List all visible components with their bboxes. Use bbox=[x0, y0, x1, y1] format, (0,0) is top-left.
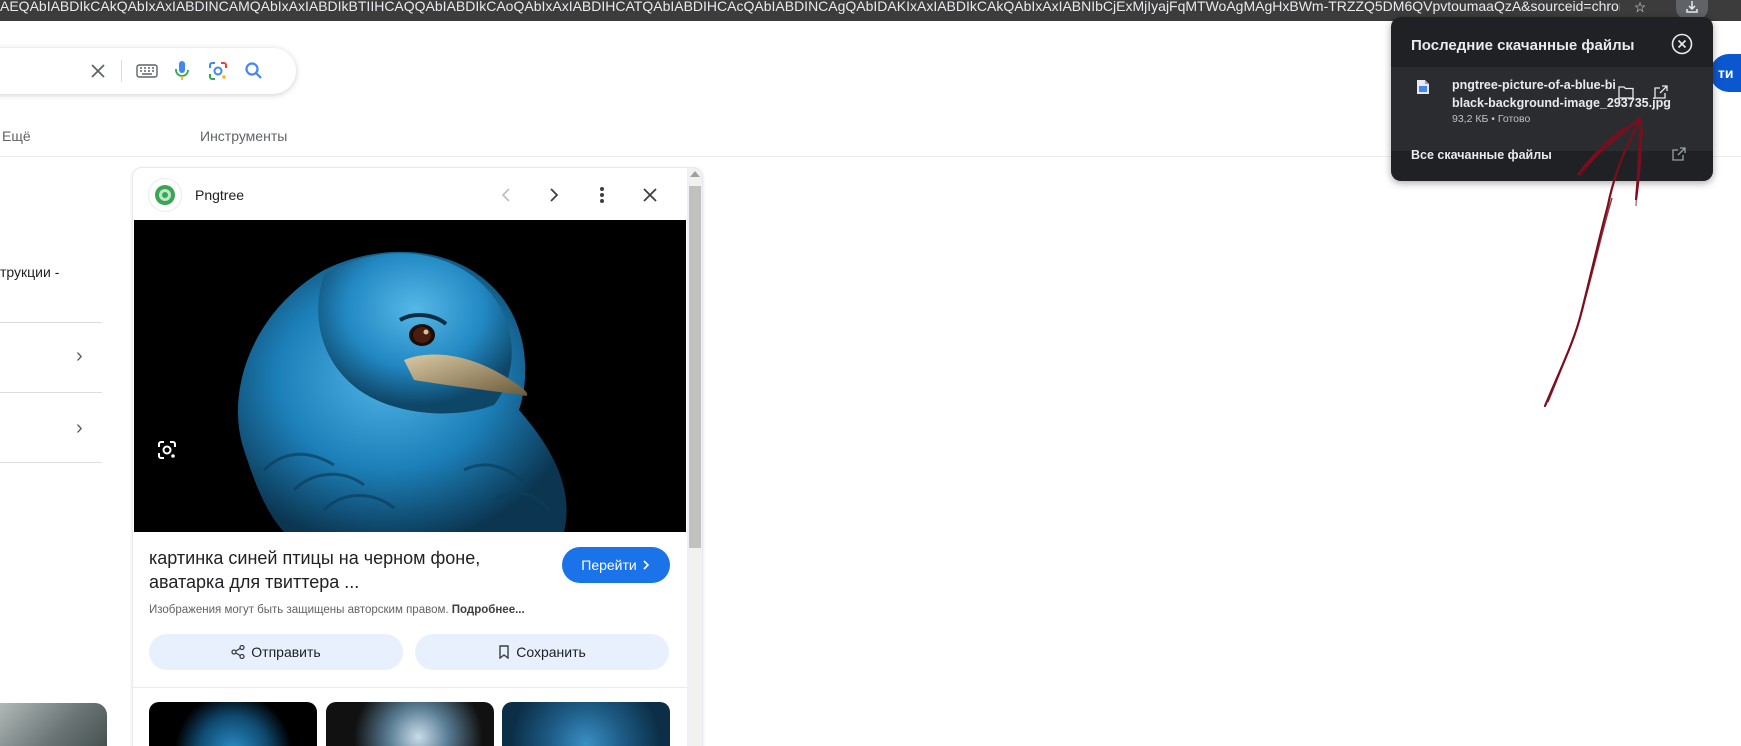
scroll-up-arrow-icon[interactable] bbox=[690, 171, 700, 177]
result-title[interactable]: картинка синей птицы на черном фоне, ава… bbox=[149, 546, 549, 594]
download-icon bbox=[1686, 1, 1698, 13]
list-divider bbox=[0, 392, 102, 393]
bookmark-icon bbox=[499, 645, 509, 659]
preview-image[interactable] bbox=[134, 220, 686, 532]
site-name[interactable]: Pngtree bbox=[195, 187, 244, 203]
search-box[interactable] bbox=[0, 48, 296, 94]
downloads-popup: Последние скачанные файлы pngtree-pictur… bbox=[1391, 17, 1713, 181]
bookmark-star-icon[interactable]: ☆ bbox=[1630, 0, 1650, 16]
tab-more[interactable]: Ещё bbox=[2, 128, 31, 144]
image-result-thumbnail[interactable] bbox=[0, 703, 107, 746]
open-downloads-page-icon[interactable] bbox=[1672, 147, 1690, 165]
download-item[interactable]: pngtree-picture-of-a-blue-bi black-backg… bbox=[1391, 67, 1713, 151]
share-icon bbox=[231, 645, 245, 659]
save-button-label: Сохранить bbox=[516, 644, 586, 660]
download-meta: 93,2 КБ • Готово bbox=[1452, 113, 1531, 125]
edge-button-label: ти bbox=[1718, 65, 1734, 81]
next-arrow-icon[interactable] bbox=[541, 182, 567, 208]
save-button[interactable]: Сохранить bbox=[415, 634, 669, 670]
image-preview-panel: Pngtree картинка синей птицы на черном ф… bbox=[132, 167, 703, 746]
keyboard-icon[interactable] bbox=[135, 59, 159, 83]
more-options-icon[interactable] bbox=[589, 182, 615, 208]
chevron-right-icon[interactable]: › bbox=[76, 418, 90, 438]
chevron-right-icon bbox=[643, 560, 649, 570]
related-image-thumbnail[interactable] bbox=[149, 702, 317, 746]
address-bar-url[interactable]: AEQAbIABDIkCAkQAbIxAxIABDINCAMQAbIxAxIAB… bbox=[0, 0, 1620, 18]
open-external-icon[interactable] bbox=[1649, 80, 1673, 104]
image-file-icon bbox=[1416, 79, 1430, 95]
result-title-line1: картинка синей птицы на черном фоне, bbox=[149, 548, 481, 568]
previous-arrow-icon[interactable] bbox=[493, 182, 519, 208]
lens-search-image-icon[interactable] bbox=[152, 435, 182, 465]
result-snippet: трукции - bbox=[0, 264, 60, 280]
list-divider bbox=[0, 322, 102, 323]
scrollbar-thumb[interactable] bbox=[689, 186, 701, 548]
all-downloads-link[interactable]: Все скачанные файлы bbox=[1411, 148, 1552, 162]
related-image-thumbnail[interactable] bbox=[326, 702, 494, 746]
copyright-text: Изображения могут быть защищены авторски… bbox=[149, 604, 449, 616]
blue-bird-image bbox=[134, 220, 686, 532]
clear-search-icon[interactable] bbox=[86, 59, 110, 83]
tab-tools[interactable]: Инструменты bbox=[200, 128, 287, 144]
voice-search-icon[interactable] bbox=[170, 59, 194, 83]
learn-more-link[interactable]: Подробнее... bbox=[452, 604, 525, 616]
search-divider bbox=[121, 60, 122, 82]
search-icon[interactable] bbox=[242, 59, 266, 83]
site-favicon bbox=[148, 178, 182, 212]
show-in-folder-icon[interactable] bbox=[1614, 80, 1638, 104]
list-divider bbox=[0, 462, 102, 463]
close-downloads-icon[interactable] bbox=[1669, 31, 1695, 57]
result-title-line2: аватарка для твиттера ... bbox=[149, 572, 360, 592]
copyright-notice: Изображения могут быть защищены авторски… bbox=[149, 604, 525, 616]
downloads-title: Последние скачанные файлы bbox=[1411, 37, 1635, 54]
chevron-right-icon[interactable]: › bbox=[76, 346, 90, 366]
share-button[interactable]: Отправить bbox=[149, 634, 403, 670]
visit-button-label: Перейти bbox=[581, 557, 637, 573]
panel-divider bbox=[133, 687, 687, 688]
edge-button[interactable]: ти bbox=[1710, 54, 1741, 92]
share-button-label: Отправить bbox=[251, 644, 321, 660]
related-image-thumbnail[interactable] bbox=[502, 702, 670, 746]
lens-search-icon[interactable] bbox=[206, 59, 230, 83]
close-icon[interactable] bbox=[637, 182, 663, 208]
visit-button[interactable]: Перейти bbox=[562, 547, 670, 583]
